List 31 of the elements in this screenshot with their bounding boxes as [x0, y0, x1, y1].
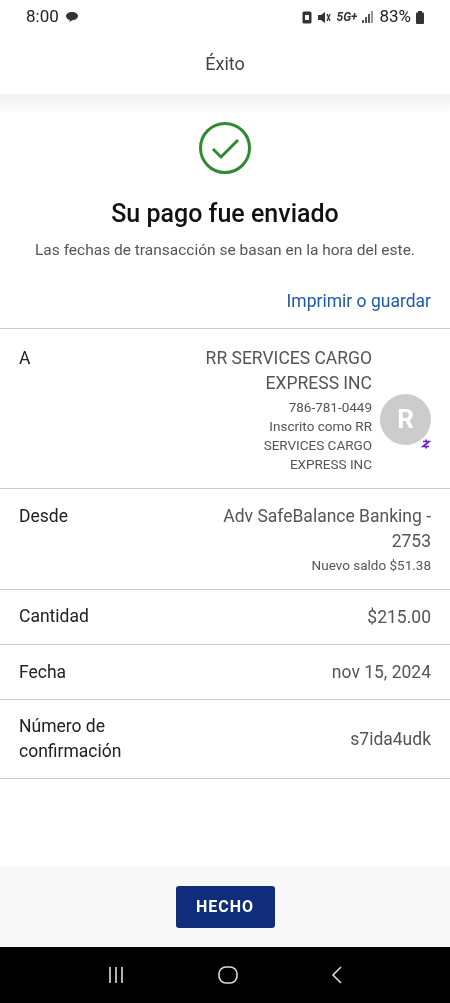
recipient-phone: 786-781-0449 — [288, 397, 372, 417]
detail-label: Cantidad — [19, 605, 90, 629]
detail-label: Número de confirmación — [19, 715, 123, 764]
new-balance: Nuevo saldo $51.38 — [311, 555, 431, 575]
success-check-icon — [198, 121, 252, 175]
network-label: 5G+ — [336, 9, 358, 26]
chat-icon — [64, 11, 79, 23]
confirmation-heading: Su pago fue enviado — [111, 198, 339, 230]
battery-percent: 83% — [379, 5, 411, 29]
recent-apps-icon[interactable] — [106, 966, 125, 984]
detail-value: s7ida4udk — [350, 728, 431, 752]
detail-label: Desde — [19, 504, 69, 528]
done-button[interactable]: HECHO — [175, 886, 275, 928]
signal-icon — [362, 11, 375, 23]
zelle-badge-icon — [419, 436, 433, 451]
sim-icon — [302, 10, 313, 24]
mute-icon — [317, 10, 332, 24]
back-icon[interactable] — [331, 965, 344, 985]
confirmation-message: Las fechas de transacción se basan en la hora del este. — [34, 239, 416, 261]
detail-label: Fecha — [19, 660, 68, 684]
battery-icon — [416, 10, 424, 24]
enrollment-note: Inscrito como RR SERVICES CARGO EXPRESS INC — [262, 416, 372, 474]
page-title: Éxito — [205, 51, 245, 76]
recipient-name: RR SERVICES CARGO EXPRESS INC — [204, 346, 372, 395]
detail-value: $215.00 — [367, 605, 431, 629]
account-name: Adv SafeBalance Banking - 2753 — [222, 504, 431, 553]
home-icon[interactable] — [218, 965, 238, 985]
status-time: 8:00 — [26, 5, 59, 29]
detail-label: A — [19, 346, 32, 370]
print-or-save-link[interactable]: Imprimir o guardar — [286, 287, 431, 314]
detail-value: nov 15, 2024 — [331, 661, 431, 684]
